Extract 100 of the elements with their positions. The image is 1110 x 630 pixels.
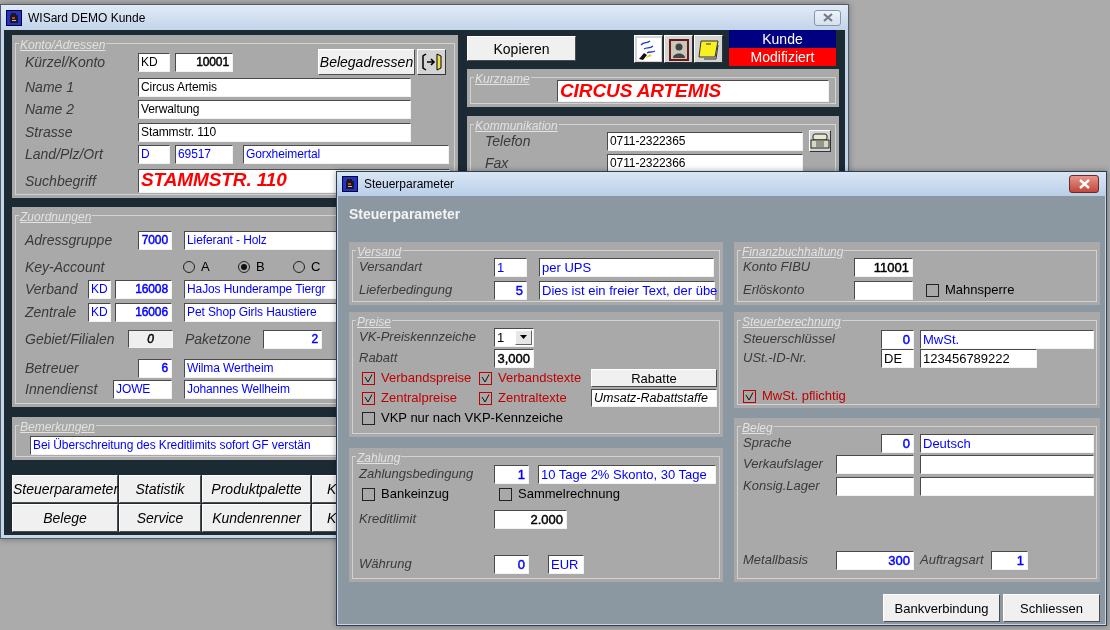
checkbox[interactable] — [479, 391, 492, 405]
text-field[interactable] — [920, 454, 1094, 474]
button[interactable]: Belege — [12, 504, 118, 532]
text-field[interactable]: 5 — [494, 280, 527, 300]
text-field[interactable]: 3,000 — [494, 348, 534, 368]
text-field[interactable]: 0 — [494, 554, 529, 574]
button[interactable]: Service — [119, 504, 201, 532]
text-field[interactable]: 69517 — [175, 144, 233, 164]
text-field[interactable]: CIRCUS ARTEMIS — [557, 80, 829, 102]
text-field[interactable]: Stammstr. 110 — [138, 122, 411, 142]
text-field[interactable]: 0 — [881, 433, 914, 453]
checkbox[interactable] — [499, 487, 512, 501]
group-title: Steuerberechnung — [741, 315, 842, 329]
close-button[interactable] — [1069, 175, 1099, 193]
field-label: Adressgruppe — [25, 230, 114, 250]
window-title: WISard DEMO Kunde — [28, 9, 146, 27]
button[interactable]: Schliessen — [1003, 594, 1100, 622]
icon-button[interactable] — [417, 49, 446, 75]
toolbar-button[interactable] — [664, 35, 693, 63]
text-field[interactable]: 10 Tage 2% Skonto, 30 Tage — [538, 464, 716, 484]
checkbox-label: Zentraltexte — [498, 389, 567, 408]
button[interactable]: Bankverbindung — [883, 594, 1000, 622]
text-field[interactable] — [836, 476, 914, 496]
text-field[interactable]: 1 — [991, 550, 1028, 570]
group-title: Beleg — [741, 421, 774, 435]
text-field[interactable]: JOWE — [113, 379, 172, 399]
field-label: Versandart — [359, 258, 424, 277]
button[interactable]: Produktpalette — [202, 475, 311, 503]
text-field[interactable]: 2 — [263, 329, 322, 349]
text-field[interactable]: KD — [88, 279, 111, 299]
text-field[interactable]: Deutsch — [920, 433, 1094, 453]
group-title: Konto/Adressen — [19, 38, 107, 52]
checkbox[interactable] — [362, 411, 375, 425]
button[interactable]: Statistik — [119, 475, 201, 503]
text-field[interactable]: 7000 — [138, 230, 172, 250]
field-label: Auftragsart — [920, 551, 985, 570]
group-title: Kommunikation — [474, 119, 559, 133]
group-title: Zuordnungen — [19, 210, 93, 224]
field-label: Gebiet/Filialen — [25, 329, 116, 349]
button[interactable]: Rabatte — [591, 369, 717, 387]
text-field[interactable]: Dies ist ein freier Text, der übe — [539, 280, 715, 300]
text-field[interactable]: 11001 — [854, 257, 913, 277]
text-field[interactable]: 300 — [836, 550, 914, 570]
text-field[interactable]: 16006 — [115, 302, 172, 322]
text-field[interactable]: KD — [88, 302, 111, 322]
text-field[interactable] — [836, 454, 914, 474]
field-label: Paketzone — [185, 329, 253, 349]
group-title: Versand — [356, 245, 403, 259]
dropdown[interactable]: 1 — [494, 327, 534, 347]
checkbox[interactable] — [362, 391, 375, 405]
text-field[interactable]: 1 — [494, 257, 527, 277]
text-field[interactable]: 16008 — [115, 279, 172, 299]
text-field[interactable]: per UPS — [539, 257, 714, 277]
group-title: Preise — [356, 315, 392, 329]
field-label: VK-Preiskennzeiche — [359, 328, 478, 347]
group-title: Bemerkungen — [19, 420, 96, 434]
button[interactable]: Kopieren — [467, 36, 576, 61]
text-field[interactable]: KD — [138, 52, 170, 72]
field-label: Innendienst — [25, 379, 99, 399]
text-field[interactable]: Verwaltung — [138, 99, 411, 119]
text-field[interactable]: 10001 — [175, 52, 233, 72]
text-field[interactable]: D — [138, 144, 170, 164]
checkbox[interactable] — [362, 487, 375, 501]
field-label: Fax — [485, 153, 510, 173]
text-field[interactable]: Gorxheimertal — [243, 144, 449, 164]
checkbox[interactable] — [362, 371, 375, 385]
checkbox[interactable] — [743, 389, 756, 403]
status-label: Kunde — [729, 30, 836, 48]
app-icon — [6, 9, 22, 26]
text-field[interactable]: 2.000 — [494, 509, 567, 529]
field-label: Land/Plz/Ort — [25, 144, 105, 164]
text-field[interactable] — [920, 476, 1094, 496]
icon-button[interactable] — [809, 130, 831, 152]
text-field[interactable]: 0 — [128, 330, 173, 348]
field-label: Betreuer — [25, 358, 80, 378]
toolbar-button[interactable] — [694, 35, 723, 63]
radio-label: B — [256, 258, 265, 277]
toolbar-button[interactable] — [634, 35, 663, 63]
text-field[interactable]: Circus Artemis — [138, 77, 411, 97]
text-field[interactable]: Umsatz-Rabattstaffe — [591, 389, 717, 407]
close-icon — [821, 12, 834, 23]
text-field[interactable]: 0 — [881, 329, 914, 349]
phone-icon — [810, 133, 830, 149]
radio-label: A — [201, 258, 210, 277]
field-label: Währung — [359, 555, 413, 574]
text-field[interactable]: 6 — [138, 358, 172, 378]
field-label: Key-Account — [25, 257, 106, 277]
field-label: Verband — [25, 279, 79, 299]
button[interactable]: Belegadressen — [318, 49, 415, 75]
app-icon — [342, 176, 358, 192]
caret-icon — [520, 335, 527, 339]
button[interactable]: Kundenrenner — [202, 504, 311, 532]
text-field[interactable]: MwSt. — [920, 329, 1094, 349]
field-label: USt.-ID-Nr. — [743, 349, 808, 368]
checkbox[interactable] — [479, 371, 492, 385]
text-field[interactable]: EUR — [548, 554, 584, 574]
text-field[interactable]: 0711-2322365 — [607, 131, 803, 151]
text-field[interactable]: 1 — [494, 464, 529, 484]
checkbox[interactable] — [926, 283, 939, 297]
text-field[interactable] — [854, 280, 913, 300]
